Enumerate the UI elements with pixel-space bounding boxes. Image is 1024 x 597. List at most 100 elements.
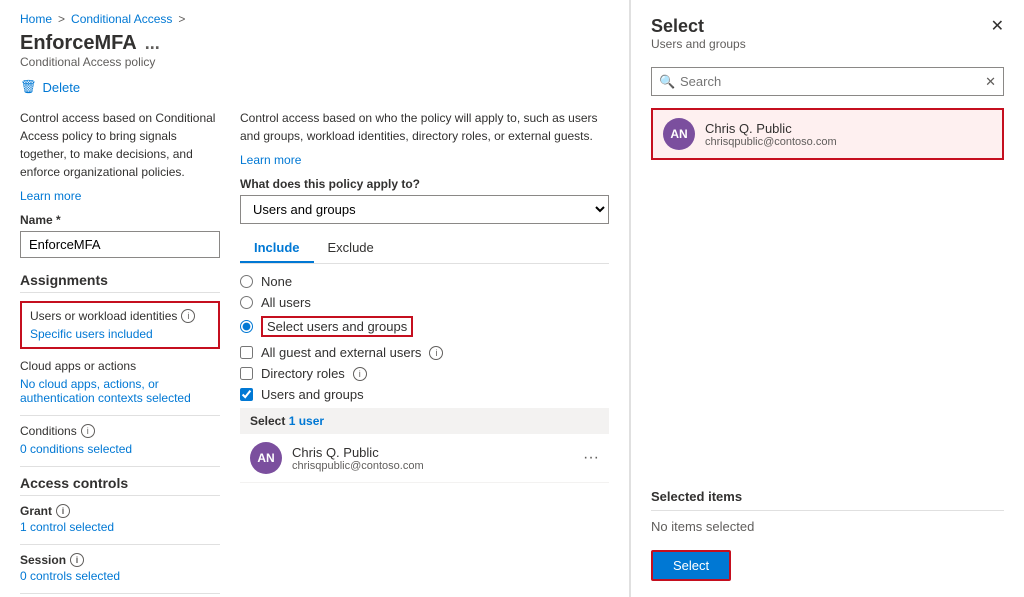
policy-applies-dropdown-wrapper: Users and groups Workload identities [240,195,609,224]
session-value[interactable]: 0 controls selected [20,569,220,583]
selected-divider [651,510,1004,511]
delete-button[interactable]: 🗑 Delete [20,79,609,95]
bottom-area: Select [651,534,1004,581]
breadcrumb-separator: > [58,12,65,26]
grant-info-icon[interactable]: i [56,504,70,518]
checkbox-directory-input[interactable] [240,367,253,380]
users-value[interactable]: Specific users included [30,327,210,341]
select-panel-title-group: Select Users and groups [651,16,746,63]
result-avatar: AN [663,118,695,150]
radio-none-label: None [261,274,292,289]
checkbox-users-groups-label: Users and groups [261,387,364,402]
left-col: Control access based on Conditional Acce… [20,109,220,597]
breadcrumb: Home > Conditional Access > [20,12,609,26]
page-title: EnforceMFA [20,32,137,55]
session-section: Session i 0 controls selected [20,553,220,583]
radio-select-users[interactable]: Select users and groups [240,316,609,337]
more-options-icon[interactable]: ... [145,33,160,54]
users-label: Users or workload identities i [30,309,210,323]
guest-info-icon[interactable]: i [429,346,443,360]
user-email: chrisqpublic@contoso.com [292,460,573,472]
radio-none-input[interactable] [240,275,253,288]
main-content: Control access based on Conditional Acce… [20,109,609,597]
checkbox-guest[interactable]: All guest and external users i [240,345,609,360]
search-icon: 🔍 [659,74,675,90]
trash-icon: 🗑 [20,79,37,95]
conditional-access-link[interactable]: Conditional Access [71,12,172,26]
result-email: chrisqpublic@contoso.com [705,136,992,148]
select-panel-title: Select [651,16,746,37]
radio-all-users-label: All users [261,295,311,310]
checkbox-group: All guest and external users i Directory… [240,345,609,402]
checkbox-directory-label: Directory roles [261,366,345,381]
session-info-icon[interactable]: i [70,553,84,567]
no-items-text: No items selected [651,519,1004,534]
tab-include[interactable]: Include [240,234,314,263]
users-assignment-item[interactable]: Users or workload identities i Specific … [20,301,220,349]
select-action-button[interactable]: Select [651,550,731,581]
right-col: Control access based on who the policy w… [240,109,609,597]
conditions-label: Conditions i [20,424,220,438]
right-description: Control access based on who the policy w… [240,109,609,145]
result-item[interactable]: AN Chris Q. Public chrisqpublic@contoso.… [651,108,1004,160]
radio-all-users-input[interactable] [240,296,253,309]
radio-group: None All users Select users and groups [240,274,609,337]
select-panel-subtitle: Users and groups [651,37,746,51]
radio-select-users-label: Select users and groups [261,316,413,337]
page-subtitle: Conditional Access policy [20,55,609,69]
search-clear-icon[interactable]: ✕ [985,74,996,90]
access-controls-title: Access controls [20,475,220,496]
tab-exclude[interactable]: Exclude [314,234,388,263]
page-title-row: EnforceMFA ... [20,32,609,55]
user-more-options-icon[interactable]: ··· [583,449,599,467]
policy-applies-select[interactable]: Users and groups Workload identities [240,195,609,224]
search-input[interactable] [651,67,1004,96]
conditions-value[interactable]: 0 conditions selected [20,442,220,456]
cloud-apps-value[interactable]: No cloud apps, actions, or authenticatio… [20,377,220,405]
radio-all-users[interactable]: All users [240,295,609,310]
radio-select-users-input[interactable] [240,320,253,333]
checkbox-directory[interactable]: Directory roles i [240,366,609,381]
cloud-apps-label: Cloud apps or actions [20,359,220,373]
grant-value[interactable]: 1 control selected [20,520,220,534]
checkbox-users-groups-input[interactable] [240,388,253,401]
result-name: Chris Q. Public [705,121,992,136]
checkbox-guest-input[interactable] [240,346,253,359]
avatar: AN [250,442,282,474]
name-label: Name * [20,213,220,227]
directory-info-icon[interactable]: i [353,367,367,381]
checkbox-users-groups[interactable]: Users and groups [240,387,609,402]
left-panel: Home > Conditional Access > EnforceMFA .… [0,0,630,597]
search-box: 🔍 ✕ [651,67,1004,96]
name-field-group: Name * [20,213,220,272]
policy-applies-label: What does this policy apply to? [240,177,609,191]
select-header: Select 1 user [240,408,609,434]
right-learn-more[interactable]: Learn more [240,153,609,167]
home-link[interactable]: Home [20,12,52,26]
spacer [651,168,1004,489]
conditions-info-icon[interactable]: i [81,424,95,438]
select-panel-header: Select Users and groups ✕ [651,16,1004,63]
radio-none[interactable]: None [240,274,609,289]
selected-items-section: Selected items No items selected [651,489,1004,534]
assignments-title: Assignments [20,272,220,293]
conditions-item: Conditions i 0 conditions selected [20,424,220,456]
name-input[interactable] [20,231,220,258]
selected-items-title: Selected items [651,489,1004,504]
select-panel: Select Users and groups ✕ 🔍 ✕ AN Chris Q… [630,0,1024,597]
left-learn-more[interactable]: Learn more [20,189,220,203]
users-info-icon[interactable]: i [181,309,195,323]
session-label: Session i [20,553,220,567]
cloud-apps-item: Cloud apps or actions No cloud apps, act… [20,359,220,405]
close-button[interactable]: ✕ [991,16,1004,36]
user-list-item: AN Chris Q. Public chrisqpublic@contoso.… [240,434,609,483]
include-exclude-tabs: Include Exclude [240,234,609,264]
breadcrumb-separator2: > [178,12,185,26]
grant-label: Grant i [20,504,220,518]
user-name: Chris Q. Public [292,445,573,460]
grant-section: Grant i 1 control selected [20,504,220,534]
select-label: Select [250,414,285,428]
user-info: Chris Q. Public chrisqpublic@contoso.com [292,445,573,472]
select-section: Select 1 user AN Chris Q. Public chrisqp… [240,408,609,483]
left-description: Control access based on Conditional Acce… [20,109,220,181]
